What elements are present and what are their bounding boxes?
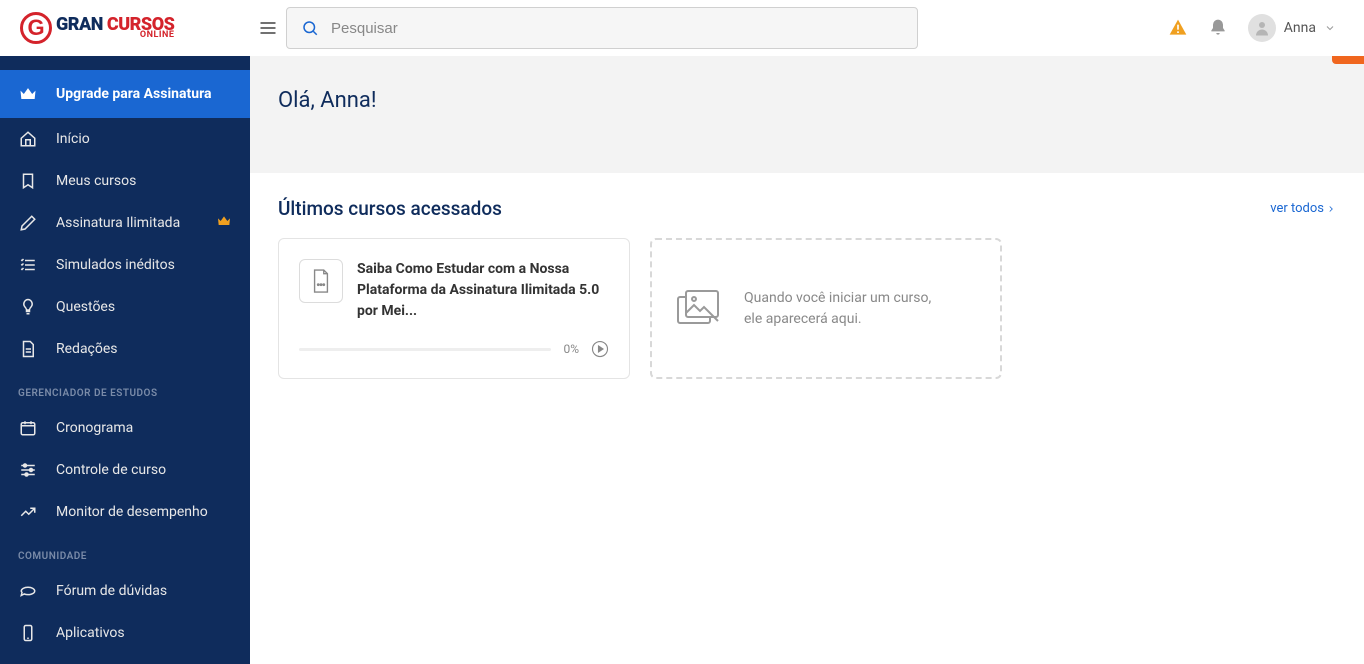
sidebar-item[interactable]: Início <box>0 118 250 160</box>
document-icon <box>299 259 343 303</box>
progress-text: 0% <box>563 342 579 356</box>
hamburger-icon <box>258 18 278 38</box>
chart-icon <box>18 502 38 522</box>
home-icon <box>18 129 38 149</box>
sidebar-item[interactable]: Fórum de dúvidas <box>0 570 250 612</box>
avatar <box>1248 14 1276 42</box>
chevron-down-icon <box>1324 22 1336 34</box>
sidebar-item-label: Upgrade para Assinatura <box>56 86 211 102</box>
logo-g-icon <box>20 12 52 44</box>
list-icon <box>18 255 38 275</box>
sidebar-item-label: Controle de curso <box>56 462 166 478</box>
sidebar-item-label: Redações <box>56 341 118 357</box>
sidebar-item-label: Fórum de dúvidas <box>56 583 167 599</box>
search-bar[interactable] <box>286 7 918 49</box>
sidebar-item[interactable]: Aplicativos <box>0 612 250 654</box>
header: GRAN CURSOS ONLINE Anna <box>0 0 1364 56</box>
placeholder-card: Quando você iniciar um curso, ele aparec… <box>650 238 1002 379</box>
user-icon <box>1253 19 1271 37</box>
sliders-icon <box>18 460 38 480</box>
sidebar-item[interactable]: Cronograma <box>0 407 250 449</box>
doc-icon <box>18 339 38 359</box>
search-wrap <box>286 7 918 49</box>
bell-icon[interactable] <box>1208 18 1228 38</box>
sidebar-item-label: Simulados inéditos <box>56 257 175 273</box>
sidebar-item[interactable]: Controle de curso <box>0 449 250 491</box>
user-name-label: Anna <box>1284 20 1316 36</box>
sidebar-item[interactable]: Redações <box>0 328 250 370</box>
sidebar-section-label: COMUNIDADE <box>0 533 250 570</box>
sidebar-item[interactable]: Meus cursos <box>0 160 250 202</box>
sidebar-item[interactable]: Assinatura Ilimitada <box>0 202 250 244</box>
course-title: Saiba Como Estudar com a Nossa Plataform… <box>357 259 609 322</box>
bulb-icon <box>18 297 38 317</box>
sidebar-item-label: Assinatura Ilimitada <box>56 215 180 231</box>
progress-bar <box>299 348 551 351</box>
sidebar-item-label: Monitor de desempenho <box>56 504 208 520</box>
bookmark-icon <box>18 171 38 191</box>
menu-toggle-button[interactable] <box>250 10 286 46</box>
sidebar-item-label: Questões <box>56 299 115 315</box>
crown-icon <box>18 84 38 104</box>
sidebar-upgrade-button[interactable]: Upgrade para Assinatura <box>0 70 250 118</box>
gallery-icon <box>676 289 724 329</box>
placeholder-text: Quando você iniciar um curso, ele aparec… <box>744 288 931 330</box>
course-card[interactable]: Saiba Como Estudar com a Nossa Plataform… <box>278 238 630 379</box>
user-menu[interactable]: Anna <box>1248 14 1336 42</box>
sidebar: Upgrade para Assinatura Início Meus curso… <box>0 0 250 664</box>
search-icon <box>301 19 319 37</box>
alert-icon[interactable] <box>1168 18 1188 38</box>
section-head: Últimos cursos acessados ver todos <box>278 197 1336 220</box>
chevron-right-icon <box>1326 204 1336 214</box>
sidebar-item-label: Início <box>56 131 90 147</box>
chat-icon <box>18 581 38 601</box>
play-icon[interactable] <box>591 340 609 358</box>
greeting-text: Olá, Anna! <box>278 88 1336 113</box>
section-title: Últimos cursos acessados <box>278 197 502 220</box>
content: Últimos cursos acessados ver todos Saiba… <box>250 173 1364 403</box>
main-content: Olá, Anna! Últimos cursos acessados ver … <box>250 0 1364 664</box>
see-all-link[interactable]: ver todos <box>1270 201 1336 216</box>
sidebar-item[interactable]: Monitor de desempenho <box>0 491 250 533</box>
course-cards: Saiba Como Estudar com a Nossa Plataform… <box>278 238 1336 379</box>
phone-icon <box>18 623 38 643</box>
logo[interactable]: GRAN CURSOS ONLINE <box>20 12 174 44</box>
sidebar-item-label: Cronograma <box>56 420 133 436</box>
search-input[interactable] <box>331 20 903 37</box>
header-right: Anna <box>1168 14 1348 42</box>
pen-icon <box>18 213 38 233</box>
crown-badge-icon <box>216 213 232 233</box>
see-all-label: ver todos <box>1270 201 1324 216</box>
sidebar-item-label: Meus cursos <box>56 173 136 189</box>
sidebar-section-label: GERENCIADOR DE ESTUDOS <box>0 370 250 407</box>
sidebar-item[interactable]: Questões <box>0 286 250 328</box>
sidebar-item[interactable]: Simulados inéditos <box>0 244 250 286</box>
calendar-icon <box>18 418 38 438</box>
logo-area: GRAN CURSOS ONLINE <box>16 12 250 44</box>
sidebar-item-label: Aplicativos <box>56 625 125 641</box>
greeting-bar: Olá, Anna! <box>250 56 1364 173</box>
course-progress-row: 0% <box>299 340 609 358</box>
